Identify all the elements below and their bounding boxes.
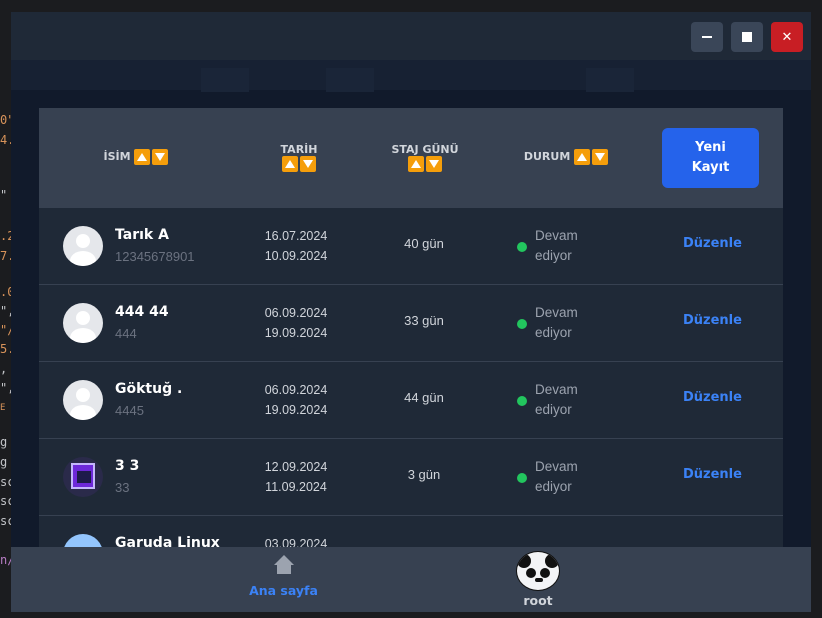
title-bar[interactable]: ✕ [11,12,811,60]
header-name[interactable]: İSİM [101,149,171,165]
header-date[interactable]: TARİH [259,143,339,172]
maximize-button[interactable] [731,22,763,52]
header-status[interactable]: DURUM [519,149,613,165]
status-dot [517,242,527,252]
avatar [63,380,103,420]
records-table: İSİM TARİH STAJ GÜNÜ DURUM Yeni Kayıt Ta… [39,108,783,548]
row-id: 33 [115,480,130,495]
start-date: 06.09.2024 [264,383,328,397]
status-dot [517,396,527,406]
minimize-button[interactable] [691,22,723,52]
end-date: 19.09.2024 [264,403,328,417]
minimize-icon [702,36,712,38]
header-name-label: İSİM [103,150,131,163]
table-row[interactable]: 3 3 33 12.09.2024 11.09.2024 3 gün Devam … [39,439,783,516]
bg-code-line: g [0,455,8,469]
backdrop-tile [586,68,634,92]
status-text: Devam ediyor [535,382,578,417]
row-days: 33 gün [404,313,444,328]
avatar [63,303,103,343]
user-avatar [516,551,560,591]
sort-down-icon[interactable] [300,156,316,172]
edit-button[interactable]: Düzenle [683,390,742,405]
bg-code-line: E [0,403,6,413]
nav-user[interactable]: root [507,551,569,608]
sort-buttons[interactable] [574,149,609,165]
row-name: Tarık A [115,227,169,243]
backdrop-tile [326,68,374,92]
row-dates: 06.09.2024 19.09.2024 [247,303,345,343]
row-dates: 06.09.2024 19.09.2024 [247,380,345,420]
row-days: 44 gün [404,390,444,405]
sort-buttons[interactable] [134,149,169,165]
sort-up-icon[interactable] [134,149,151,165]
sort-up-icon[interactable] [282,156,298,172]
table-row[interactable]: 444 44 444 06.09.2024 19.09.2024 33 gün D… [39,285,783,362]
status-dot [517,473,527,483]
row-name: Göktuğ . [115,381,183,397]
header-date-label: TARİH [280,143,318,156]
close-icon: ✕ [781,29,793,45]
avatar [63,226,103,266]
row-id: 4445 [115,403,144,418]
row-days: 40 gün [404,236,444,251]
table-row[interactable]: Tarık A 12345678901 16.07.2024 10.09.2024… [39,208,783,285]
table-row[interactable]: Göktuğ . 4445 06.09.2024 19.09.2024 44 gü… [39,362,783,439]
table-row[interactable]: Garuda Linux 03.09.2024 [39,516,783,548]
edit-button[interactable]: Düzenle [683,236,742,251]
bg-code-line: g [0,435,8,449]
header-status-label: DURUM [523,150,571,163]
edit-button[interactable]: Düzenle [683,313,742,328]
row-id: 444 [115,326,137,341]
sort-buttons[interactable] [282,156,316,172]
bg-code-line: " [0,188,8,202]
close-button[interactable]: ✕ [771,22,803,52]
row-dates: 16.07.2024 10.09.2024 [247,226,345,266]
status-text: Devam ediyor [535,459,578,494]
status-text: Devam ediyor [535,228,578,263]
header-days-label: STAJ GÜNÜ [391,143,459,156]
avatar [63,457,103,497]
table-header: İSİM TARİH STAJ GÜNÜ DURUM Yeni Kayıt [39,108,783,208]
row-dates: 12.09.2024 11.09.2024 [247,457,345,497]
nav-home[interactable]: Ana sayfa [241,555,326,598]
sort-up-icon[interactable] [408,156,424,172]
row-days: 3 gün [407,467,441,482]
sort-buttons[interactable] [408,156,442,172]
start-date: 12.09.2024 [264,460,328,474]
edit-button[interactable]: Düzenle [683,467,742,482]
sort-down-icon[interactable] [152,149,169,165]
maximize-icon [742,32,752,42]
end-date: 10.09.2024 [264,249,328,263]
backdrop-tile [201,68,249,92]
sort-up-icon[interactable] [574,149,591,165]
avatar [63,534,103,548]
sort-down-icon[interactable] [426,156,442,172]
row-id: 12345678901 [115,249,195,264]
bg-code-line: , [0,362,8,376]
new-record-button[interactable]: Yeni Kayıt [662,128,759,188]
nav-home-label: Ana sayfa [249,583,318,598]
sort-down-icon[interactable] [592,149,609,165]
row-name: 3 3 [115,458,140,474]
status-text: Devam ediyor [535,305,578,340]
nav-user-label: root [523,593,553,608]
start-date: 16.07.2024 [264,229,328,243]
status-dot [517,319,527,329]
end-date: 11.09.2024 [265,480,327,494]
start-date: 06.09.2024 [264,306,328,320]
row-name: 444 44 [115,304,169,320]
row-dates: 03.09.2024 [247,534,345,548]
home-icon [273,555,294,575]
end-date: 19.09.2024 [264,326,328,340]
bottom-nav: Ana sayfa root [11,547,811,612]
header-days[interactable]: STAJ GÜNÜ [384,143,466,172]
start-date: 03.09.2024 [264,537,328,548]
backdrop-strip [11,60,811,90]
app-window: ✕ İSİM TARİH STAJ GÜNÜ DURUM Yeni Kayıt [11,12,811,612]
